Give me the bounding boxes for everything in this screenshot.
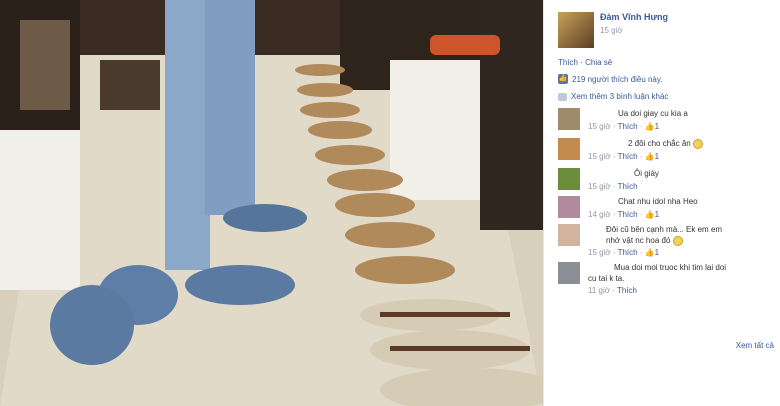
- smile-emoji-icon: [672, 235, 683, 246]
- comment-text: 2 đôi cho chắc ăn: [628, 138, 703, 149]
- comment-item: Ua doi giay cu kia a 15 giờ · Thích · 👍1: [558, 108, 772, 142]
- comment-time[interactable]: 15 giờ: [588, 182, 611, 191]
- like-count[interactable]: 👍1: [645, 248, 659, 257]
- comment-like-button[interactable]: Thích: [618, 122, 638, 131]
- comment-time[interactable]: 11 giờ: [588, 286, 610, 295]
- shoes-photo: [0, 0, 543, 406]
- comment-item: Đôi cũ bên cạnh mà... Ek em em nhớ vật nc…: [558, 224, 772, 258]
- comment-meta: 15 giờ · Thích · 👍1: [588, 152, 660, 161]
- like-thumb-icon: 👍: [558, 74, 568, 84]
- comment-meta: 15 giờ · Thích · 👍1: [588, 248, 660, 257]
- comment-time[interactable]: 15 giờ: [588, 248, 611, 257]
- post-time[interactable]: 15 giờ: [600, 26, 623, 35]
- commenter-avatar[interactable]: [558, 196, 580, 218]
- comment-item: Mua doi moi truoc khi tim lai doi cu tai …: [558, 262, 772, 296]
- like-count[interactable]: 👍1: [645, 122, 659, 131]
- comment-text: Ua doi giay cu kia a: [618, 109, 688, 118]
- comment-like-button[interactable]: Thích: [618, 248, 638, 257]
- like-count[interactable]: 👍1: [645, 152, 659, 161]
- comment-bubble-icon: [558, 92, 567, 101]
- more-comments-text[interactable]: Xem thêm 3 bình luận khác: [571, 92, 668, 101]
- author-avatar[interactable]: [558, 12, 594, 48]
- more-comments-link[interactable]: Xem thêm 3 bình luận khác: [558, 92, 668, 101]
- comment-time[interactable]: 14 giờ: [588, 210, 611, 219]
- comment-time[interactable]: 15 giờ: [588, 152, 611, 161]
- comment-time[interactable]: 15 giờ: [588, 122, 611, 131]
- post-actions[interactable]: Thích · Chia sẻ: [558, 58, 612, 67]
- likes-summary[interactable]: 👍 219 người thích điều này.: [558, 74, 663, 84]
- comment-item: 2 đôi cho chắc ăn 15 giờ · Thích · 👍1: [558, 138, 772, 172]
- comment-like-button[interactable]: Thích: [618, 182, 638, 191]
- smile-emoji-icon: [692, 138, 703, 149]
- comment-text: Mua doi moi truoc khi tim lai doi cu tai …: [588, 263, 727, 283]
- commenter-avatar[interactable]: [558, 168, 580, 190]
- comment-text: Ôi giày: [634, 169, 659, 178]
- likes-text[interactable]: 219 người thích điều này.: [572, 75, 663, 84]
- commenter-avatar[interactable]: [558, 108, 580, 130]
- comment-meta: 15 giờ · Thích · 👍1: [588, 122, 660, 131]
- comment-meta: 11 giờ · Thích: [588, 286, 637, 295]
- post-photo[interactable]: [0, 0, 543, 406]
- comment-text: Đôi cũ bên cạnh mà... Ek em em nhớ vật nc…: [606, 225, 723, 246]
- comment-like-button[interactable]: Thích: [617, 286, 637, 295]
- like-count[interactable]: 👍1: [645, 210, 659, 219]
- comment-meta: 15 giờ · Thích: [588, 182, 638, 191]
- comment-like-button[interactable]: Thích: [618, 210, 638, 219]
- commenter-avatar[interactable]: [558, 138, 580, 160]
- commenter-avatar[interactable]: [558, 262, 580, 284]
- author-name[interactable]: Đàm Vĩnh Hưng: [600, 12, 668, 22]
- comment-text: Chat nhu idol nha Heo: [618, 197, 698, 206]
- comment-like-button[interactable]: Thích: [618, 152, 638, 161]
- commenter-avatar[interactable]: [558, 224, 580, 246]
- comment-meta: 14 giờ · Thích · 👍1: [588, 210, 660, 219]
- view-all-link[interactable]: Xem tất cả: [736, 341, 774, 350]
- comment-panel: Đàm Vĩnh Hưng 15 giờ Thích · Chia sẻ 👍 2…: [543, 0, 780, 406]
